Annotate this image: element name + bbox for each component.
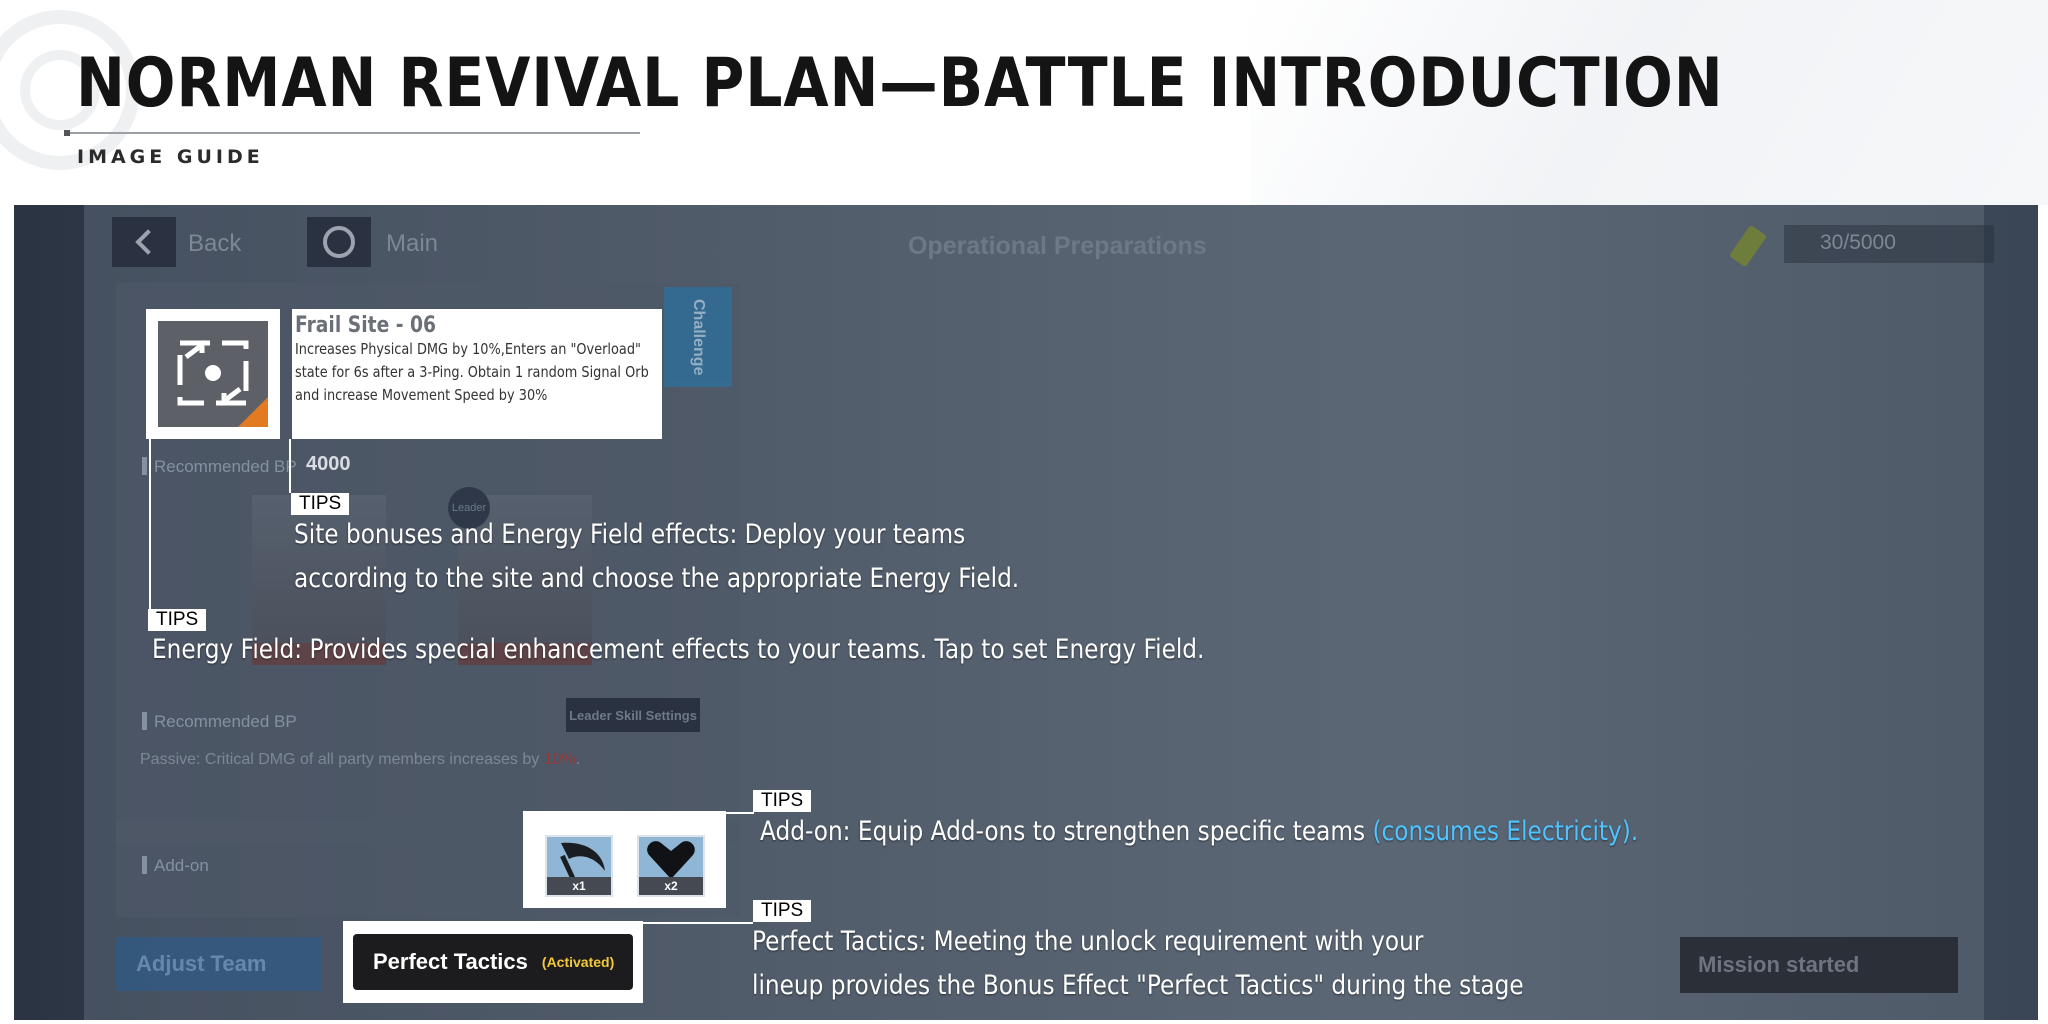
leader-skill-settings-button[interactable]: Leader Skill Settings [566,698,700,732]
tips-site-bonus-line1: Site bonuses and Energy Field effects: D… [294,519,966,550]
energy-field-icon-frame [158,321,268,427]
tactics-name: Perfect Tactics [373,949,528,974]
page-subtitle: IMAGE GUIDE [77,146,264,168]
addon-label: Add-on [154,856,209,875]
addon-slot-2[interactable]: x2 [637,835,705,897]
challenge-tab[interactable]: Challenge [664,287,732,387]
page-title: NORMAN REVIVAL PLAN—BATTLE INTRODUCTION [76,44,1724,123]
tips-tag: TIPS [753,790,812,812]
section-marker [142,856,147,874]
passive-prefix: Passive: Critical DMG of all party membe… [140,751,544,768]
screen-title: Operational Preparations [908,232,1207,260]
tips-tactics-line2: lineup provides the Bonus Effect "Perfec… [752,970,1524,1001]
tips-tag: TIPS [291,493,350,515]
tips-addon: Add-on: Equip Add-ons to strengthen spec… [760,816,1638,847]
recommended-bp-value: 4000 [306,453,351,475]
energy-counter: 30/5000 [1820,231,1896,254]
passive-text: Passive: Critical DMG of all party membe… [140,751,580,769]
main-button[interactable] [307,217,371,267]
section-marker [142,457,147,475]
mission-started-button[interactable]: Mission started [1680,937,1958,993]
recommended-bp-label-2: Recommended BP [154,712,297,731]
back-label[interactable]: Back [188,230,241,258]
scythe-icon [560,842,605,881]
tips-connector [149,439,151,611]
tips-tag: TIPS [148,609,207,631]
title-divider [66,132,640,134]
section-marker [142,712,147,730]
passive-value: 10% [543,751,576,768]
tips-tag: TIPS [753,900,812,922]
title-divider-dot [64,130,70,136]
tips-addon-highlight: (consumes Electricity). [1372,816,1639,847]
passive-suffix: . [575,751,581,768]
site-description-card: Frail Site - 06 Increases Physical DMG b… [292,309,662,439]
tips-addon-main: Add-on: Equip Add-ons to strengthen spec… [760,816,1373,847]
addon-slots: x1 x2 [523,811,726,908]
perfect-tactics-inner: Perfect Tactics (Activated) [353,934,633,990]
recommended-bp-label: Recommended BP [154,457,297,476]
addon-slot-1[interactable]: x1 [545,835,613,897]
addon-count: x1 [547,877,611,895]
back-button[interactable] [112,217,176,267]
addon-count: x2 [639,877,703,895]
energy-field-button[interactable] [146,309,280,439]
tips-connector [726,812,754,814]
back-chevron-icon [135,229,161,255]
main-ring-icon [323,226,355,258]
tactics-status: (Activated) [541,954,615,970]
energy-field-icon [177,340,249,406]
tips-connector [289,439,291,493]
guide-header: NORMAN REVIVAL PLAN—BATTLE INTRODUCTION … [0,0,2048,205]
tips-connector [643,922,753,924]
tips-energy-field: Energy Field: Provides special enhanceme… [152,634,1205,665]
main-label[interactable]: Main [386,230,438,258]
site-description: Increases Physical DMG by 10%,Enters an … [295,340,649,404]
adjust-team-button[interactable]: Adjust Team [116,937,322,991]
site-name: Frail Site - 06 [295,313,437,338]
tips-tactics-line1: Perfect Tactics: Meeting the unlock requ… [752,926,1424,957]
tips-site-bonus-line2: according to the site and choose the app… [294,563,1020,594]
perfect-tactics-panel[interactable]: Perfect Tactics (Activated) [343,921,643,1003]
heart-icon [647,841,695,879]
